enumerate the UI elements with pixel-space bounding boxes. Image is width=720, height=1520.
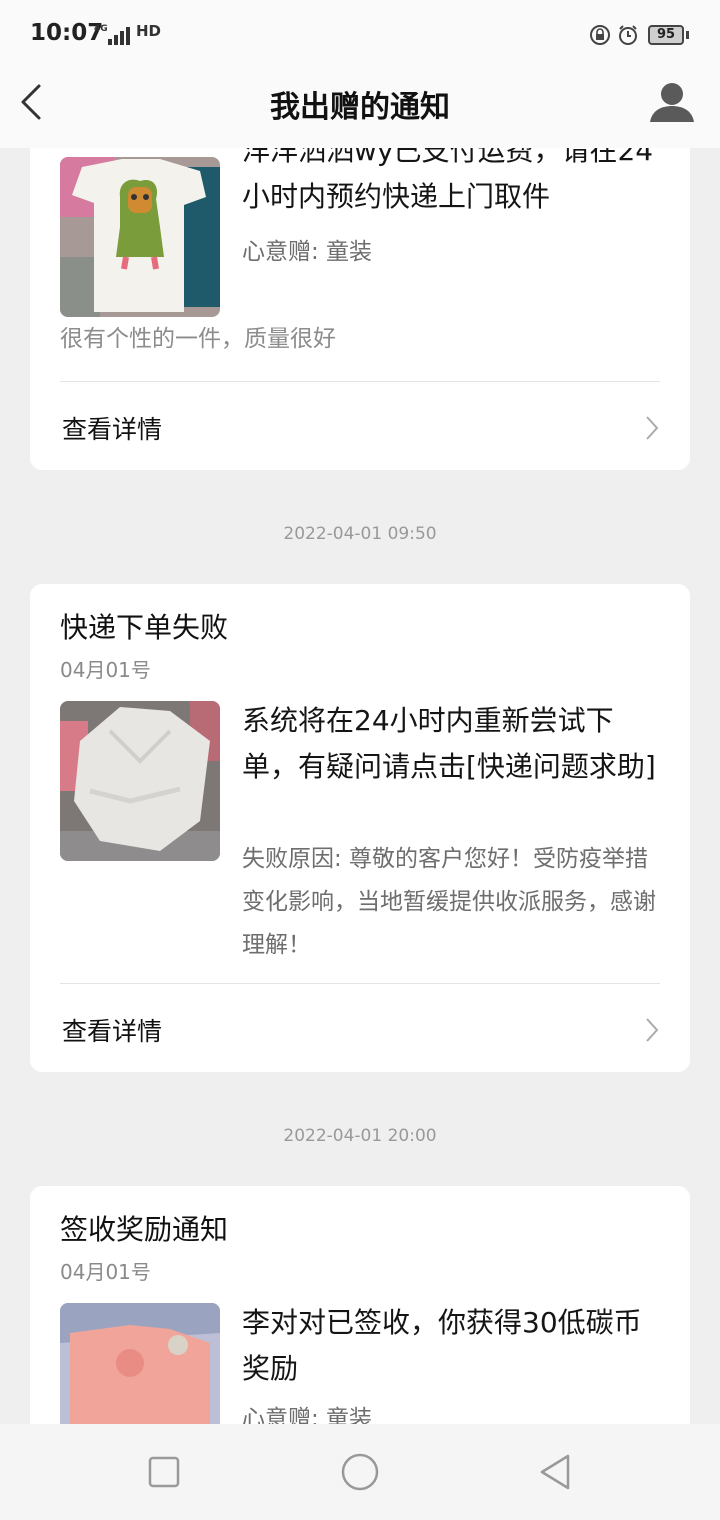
notification-date: 04月01号 (60, 1260, 151, 1284)
item-thumbnail[interactable] (60, 157, 220, 317)
notification-title: 快递下单失败 (60, 611, 229, 644)
notification-card: 快递下单失败 04月01号 系统将在24小时内重新尝试下单，有疑问请点击[快递问… (30, 584, 690, 1072)
notification-list[interactable]: 洋洋洒洒wy已支付运费，请在24小时内预约快递上门取件 心意赠: 童装 很有个性… (0, 148, 720, 1424)
notification-date: 04月01号 (60, 658, 151, 682)
notification-title: 签收奖励通知 (60, 1213, 229, 1246)
battery-icon: 95 (648, 25, 684, 45)
view-details-label: 查看详情 (62, 415, 163, 444)
notification-card: 洋洋洒洒wy已支付运费，请在24小时内预约快递上门取件 心意赠: 童装 很有个性… (30, 148, 690, 470)
header: 我出赠的通知 (0, 72, 720, 148)
view-details-label: 查看详情 (62, 1017, 163, 1046)
signal-icon (108, 25, 130, 45)
failure-reason: 失败原因: 尊敬的客户您好！受防疫举措变化影响，当地暂缓提供收派服务，感谢理解！ (242, 846, 656, 958)
circle-icon[interactable] (338, 1450, 382, 1494)
notification-message: 系统将在24小时内重新尝试下单，有疑问请点击[快递问题求助] (242, 704, 656, 783)
item-thumbnail[interactable] (60, 701, 220, 861)
pink-clothes-image (60, 1303, 220, 1424)
notification-category: 心意赠: 童装 (242, 239, 373, 265)
notification-message: 洋洋洒洒wy已支付运费，请在24小时内预约快递上门取件 (242, 148, 654, 213)
kids-shirt-image (60, 157, 220, 317)
page-title: 我出赠的通知 (270, 90, 450, 125)
triangle-back-icon[interactable] (534, 1450, 578, 1494)
notification-message: 李对对已签收，你获得30低碳币奖励 (242, 1306, 642, 1385)
network-type-label: 4G (94, 24, 108, 34)
chevron-right-icon (646, 416, 659, 440)
status-bar: 10:07 4G HD 95 (0, 0, 720, 72)
notification-category: 心意赠: 童装 (242, 1406, 373, 1424)
status-time: 10:07 (30, 20, 104, 46)
battery-tip (686, 31, 689, 39)
timestamp: 2022-04-01 20:00 (283, 1126, 437, 1146)
notification-card: 签收奖励通知 04月01号 李对对已签收，你获得30低碳币奖励 心意赠: 童装 (30, 1186, 690, 1424)
rotation-lock-icon (590, 25, 610, 45)
system-navigation-bar (0, 1424, 720, 1520)
white-shirt-image (60, 701, 220, 861)
hd-label: HD (136, 22, 162, 40)
back-button[interactable] (12, 76, 52, 128)
alarm-icon (619, 25, 637, 45)
timestamp: 2022-04-01 09:50 (283, 524, 437, 544)
square-icon[interactable] (142, 1450, 186, 1494)
view-details-button[interactable]: 查看详情 (30, 984, 690, 1072)
item-thumbnail[interactable] (60, 1303, 220, 1424)
donor-remark: 很有个性的一件，质量很好 (60, 326, 336, 352)
user-avatar-icon[interactable] (648, 76, 696, 128)
chevron-right-icon (646, 1018, 659, 1042)
view-details-button[interactable]: 查看详情 (30, 382, 690, 470)
